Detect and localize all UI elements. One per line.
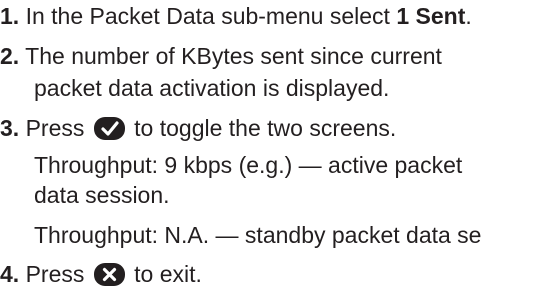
step-text-end: . [465, 3, 472, 29]
step-3-note-1-continued: data session. [34, 181, 170, 209]
cancel-x-key-icon [93, 262, 126, 287]
step-text: In the Packet Data sub-menu select [25, 3, 397, 29]
step-4: 4. Press to exit. [0, 260, 202, 288]
step-text: to toggle the two screens. [134, 115, 397, 141]
step-text: Press [25, 115, 85, 141]
step-number: 1. [0, 3, 20, 29]
step-text: packet data activation is displayed. [34, 75, 390, 101]
step-text: Press [25, 261, 85, 287]
step-3-note-1: Throughput: 9 kbps (e.g.) — active packe… [34, 151, 462, 179]
step-number: 3. [0, 115, 20, 141]
step-text-bold: 1 Sent [396, 3, 466, 29]
step-1: 1. In the Packet Data sub-menu select 1 … [0, 2, 472, 30]
step-text: The number of KBytes sent since current [25, 43, 442, 69]
step-2: 2. The number of KBytes sent since curre… [0, 42, 442, 70]
step-number: 2. [0, 43, 20, 69]
step-2-continued: packet data activation is displayed. [34, 74, 389, 102]
step-number: 4. [0, 261, 20, 287]
step-3-note-2: Throughput: N.A. — standby packet data s… [34, 221, 481, 249]
instruction-page: 1. In the Packet Data sub-menu select 1 … [0, 0, 551, 301]
note-text: Throughput: 9 kbps (e.g.) — active packe… [34, 152, 463, 178]
step-text: to exit. [134, 261, 202, 287]
note-text: Throughput: N.A. — standby packet data s… [34, 222, 482, 248]
step-3: 3. Press to toggle the two screens. [0, 114, 396, 142]
ok-check-key-icon [93, 116, 126, 141]
note-text: data session. [34, 182, 170, 208]
